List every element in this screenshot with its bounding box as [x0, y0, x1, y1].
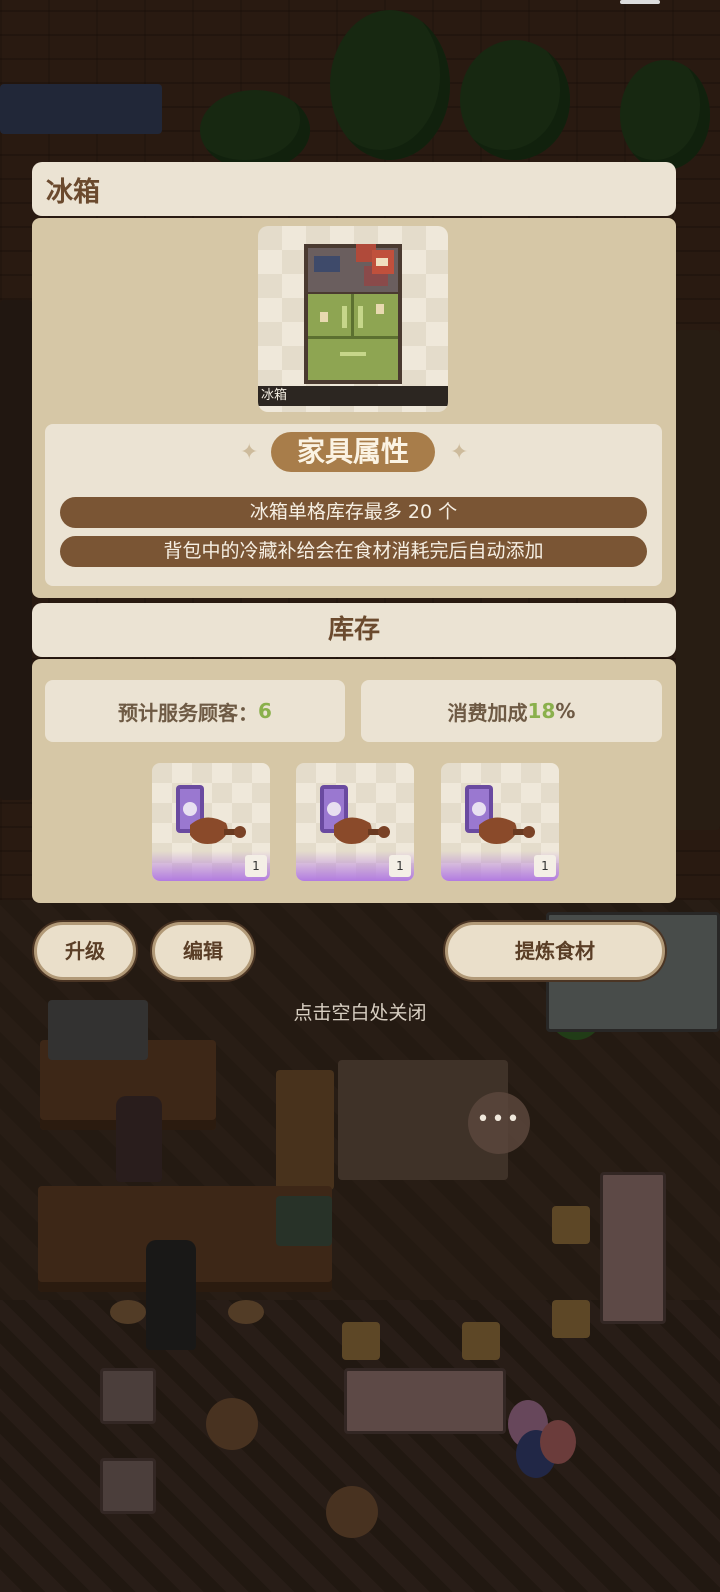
fridge-icon: [304, 244, 402, 384]
spending-bonus-stat: 消费加成 18 %: [361, 680, 662, 742]
chicken-leg-supply-icon: [176, 785, 246, 844]
spending-bonus-unit: %: [555, 699, 576, 723]
inventory-title: 库存: [32, 603, 676, 657]
refine-ingredients-button[interactable]: 提炼食材: [445, 922, 665, 980]
spending-bonus-label: 消费加成: [447, 700, 528, 725]
inventory-slot[interactable]: 1: [296, 763, 414, 881]
attribute-line: 冰箱单格库存最多 20 个: [60, 497, 647, 528]
sparkle-icon: ✦: [240, 440, 259, 465]
expected-customers-label: 预计服务顾客：: [118, 700, 259, 725]
preview-caption: 冰箱: [258, 386, 448, 406]
slot-count: 1: [389, 855, 411, 877]
edit-button[interactable]: 编辑: [152, 922, 254, 980]
close-hint: 点击空白处关闭: [293, 1002, 427, 1024]
furniture-preview: 冰箱: [258, 226, 448, 412]
spending-bonus-value: 18: [527, 699, 556, 723]
dialog-title-bar: 冰箱: [32, 162, 676, 216]
slot-count: 1: [534, 855, 556, 877]
more-options-button[interactable]: •••: [468, 1092, 530, 1154]
inventory-slot[interactable]: 1: [441, 763, 559, 881]
dialog-title: 冰箱: [46, 176, 100, 208]
attribute-line: 背包中的冷藏补给会在食材消耗完后自动添加: [60, 536, 647, 567]
slot-count: 1: [245, 855, 267, 877]
upgrade-button[interactable]: 升级: [34, 922, 136, 980]
chicken-leg-supply-icon: [320, 785, 390, 844]
attributes-title: 家具属性: [271, 432, 435, 472]
expected-customers-value: 6: [258, 699, 272, 723]
status-bar-indicator: [620, 0, 660, 4]
expected-customers-stat: 预计服务顾客： 6: [45, 680, 345, 742]
inventory-slot[interactable]: 1: [152, 763, 270, 881]
chicken-leg-supply-icon: [465, 785, 535, 844]
sparkle-icon: ✦: [450, 440, 469, 465]
